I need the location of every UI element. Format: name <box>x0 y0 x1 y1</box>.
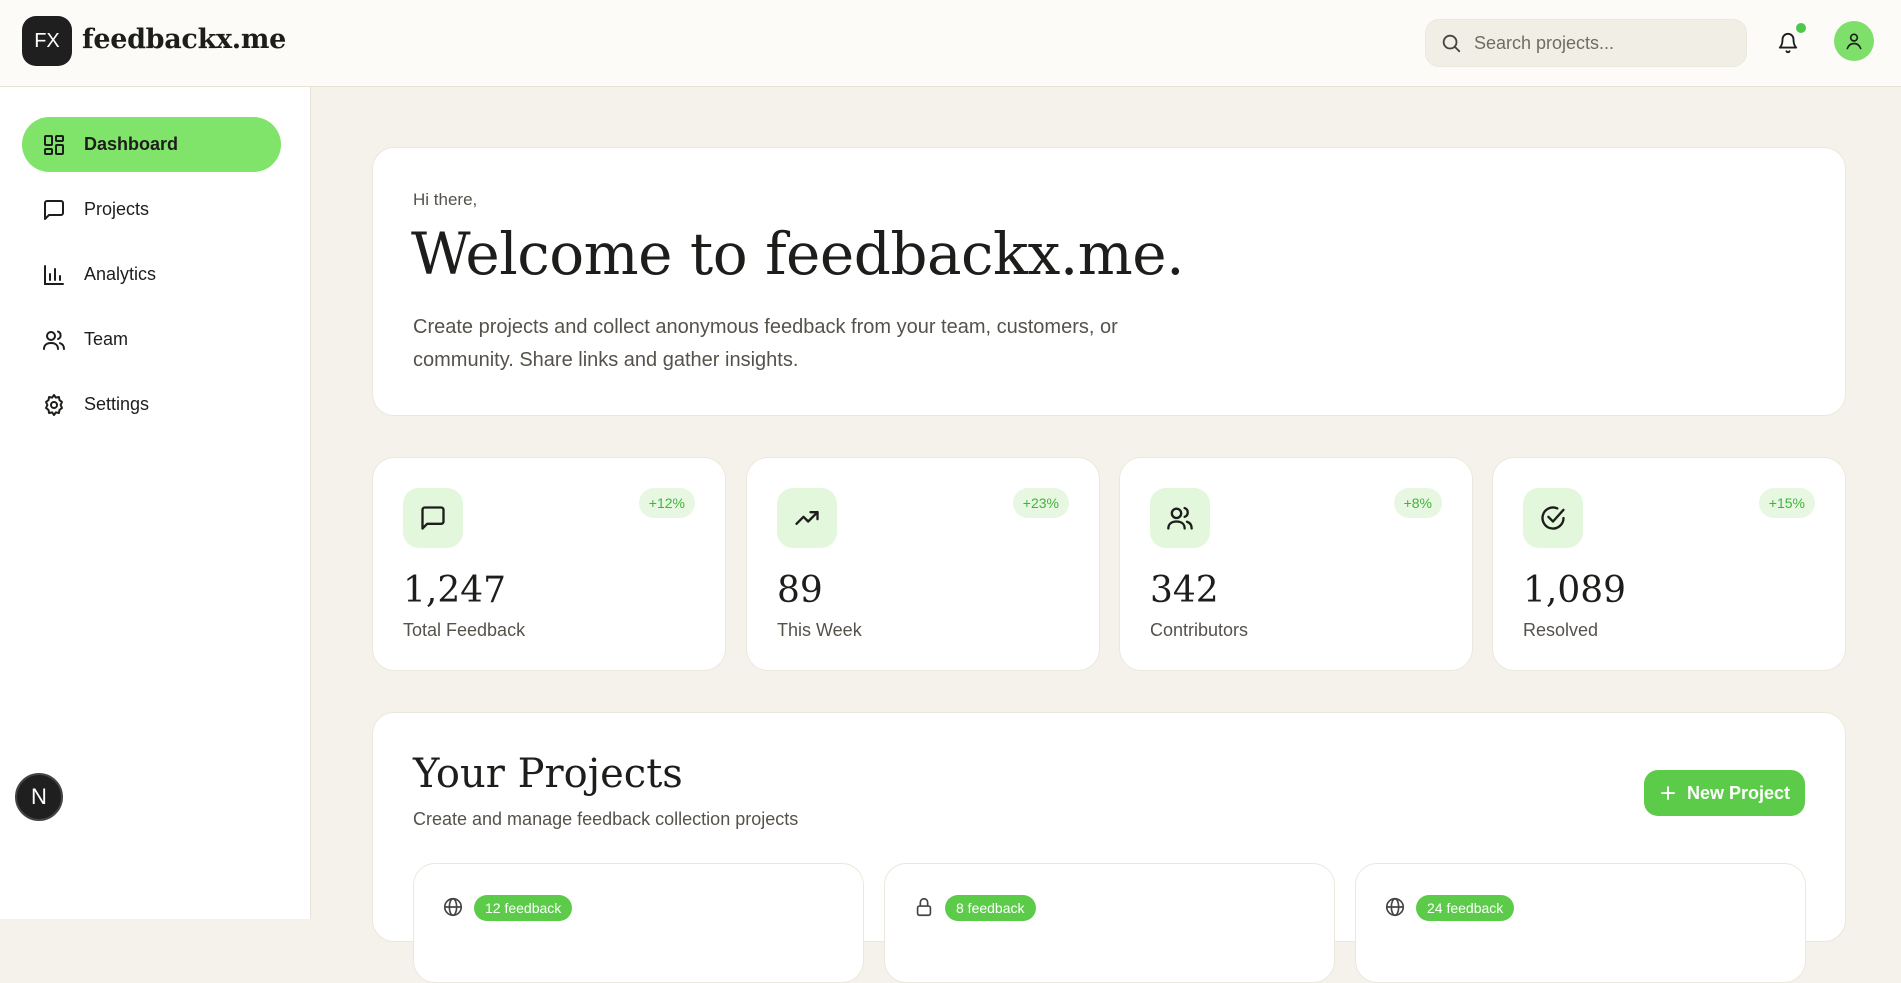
sidebar-item-team[interactable]: Team <box>22 312 281 367</box>
stat-change-badge: +23% <box>1012 488 1069 518</box>
message-square-icon <box>421 506 445 530</box>
stat-icon-box <box>777 488 837 548</box>
project-card[interactable]: 12 feedback <box>413 863 864 983</box>
search-input[interactable] <box>1474 32 1734 54</box>
dashboard-icon <box>44 134 64 155</box>
project-card[interactable]: 24 feedback <box>1355 863 1806 983</box>
bar-chart-icon <box>44 264 64 285</box>
top-header: FX feedbackx.me <box>0 0 1901 87</box>
message-square-icon <box>44 199 64 220</box>
stat-label: This Week <box>777 620 862 640</box>
stat-icon-box <box>1523 488 1583 548</box>
project-card[interactable]: 8 feedback <box>884 863 1335 983</box>
sidebar-item-label: Projects <box>84 199 150 219</box>
stat-value: 342 <box>1150 570 1219 611</box>
feedback-count-badge: 24 feedback <box>1416 895 1515 921</box>
feedback-count-badge: 12 feedback <box>474 895 573 921</box>
projects-section: Your Projects Create and manage feedback… <box>372 712 1846 983</box>
globe-icon <box>443 897 463 917</box>
sidebar-item-analytics[interactable]: Analytics <box>22 247 281 302</box>
stat-card-this-week: +23% 89 This Week <box>746 457 1100 671</box>
trending-up-icon <box>795 510 819 525</box>
bell-icon <box>1778 33 1798 54</box>
lock-icon <box>916 897 932 917</box>
n-badge-button[interactable]: N <box>15 773 63 821</box>
brand-name[interactable]: feedbackx.me <box>82 24 286 55</box>
stat-change-badge: +12% <box>638 488 695 518</box>
stat-change-badge: +15% <box>1758 488 1815 518</box>
greeting: Hi there, <box>413 190 478 209</box>
plus-icon <box>1661 786 1675 800</box>
projects-subtitle: Create and manage feedback collection pr… <box>413 809 799 829</box>
stat-value: 89 <box>777 570 823 611</box>
stat-icon-box <box>1150 488 1210 548</box>
sidebar-item-label: Analytics <box>84 264 157 284</box>
stat-value: 1,247 <box>403 570 507 611</box>
gear-icon <box>45 393 63 416</box>
welcome-description: Create projects and collect anonymous fe… <box>413 316 1118 371</box>
sidebar-item-settings[interactable]: Settings <box>22 377 281 432</box>
sidebar-item-projects[interactable]: Projects <box>22 182 281 237</box>
stat-card-resolved: +15% 1,089 Resolved <box>1492 457 1846 671</box>
search-icon <box>1442 34 1461 53</box>
users-icon <box>43 330 65 350</box>
stat-label: Resolved <box>1523 620 1599 640</box>
check-circle-icon <box>1541 506 1565 530</box>
stat-card-contributors: +8% 342 Contributors <box>1119 457 1473 671</box>
user-icon <box>1846 33 1862 50</box>
welcome-title: Welcome to feedbackx.me. <box>411 220 1185 288</box>
logo-badge[interactable]: FX <box>22 16 72 66</box>
projects-title: Your Projects <box>413 751 683 797</box>
notification-indicator <box>1796 23 1806 33</box>
sidebar-item-label: Team <box>84 329 129 349</box>
sidebar-item-label: Settings <box>84 394 150 414</box>
stat-card-total-feedback: +12% 1,247 Total Feedback <box>372 457 726 671</box>
user-avatar-button[interactable] <box>1834 21 1874 61</box>
search-bar[interactable] <box>1425 19 1747 67</box>
stat-label: Total Feedback <box>403 620 526 640</box>
users-icon <box>1167 506 1193 530</box>
sidebar-item-label: Dashboard <box>84 134 179 154</box>
stat-label: Contributors <box>1150 620 1249 640</box>
sidebar-item-dashboard[interactable]: Dashboard <box>22 117 281 172</box>
welcome-card: Hi there, Welcome to feedbackx.me. Creat… <box>372 147 1846 416</box>
stat-value: 1,089 <box>1523 570 1627 611</box>
new-project-button[interactable]: New Project <box>1644 770 1805 816</box>
stat-icon-box <box>403 488 463 548</box>
new-project-label: New Project <box>1686 782 1791 803</box>
stat-change-badge: +8% <box>1393 488 1442 518</box>
feedback-count-badge: 8 feedback <box>945 895 1036 921</box>
globe-icon <box>1385 897 1405 917</box>
